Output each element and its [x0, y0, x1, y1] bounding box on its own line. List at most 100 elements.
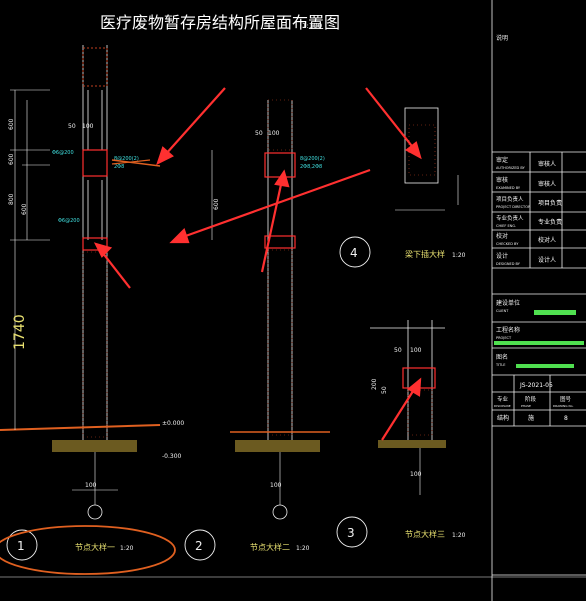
project-sub: PROJECT — [496, 336, 512, 340]
svg-text:DESIGNED BY: DESIGNED BY — [496, 262, 521, 266]
project-label: 工程名称 — [496, 326, 520, 334]
svg-text:2: 2 — [195, 539, 203, 553]
svg-text:EXAMINED BY: EXAMINED BY — [496, 186, 521, 190]
detail-1-wall-fill — [82, 251, 108, 438]
drawing-title-scale: 1:100 — [302, 22, 322, 30]
dimension-label: 100 — [268, 130, 280, 137]
detail-1-wall-top — [82, 47, 108, 87]
detail-3-wall-fill — [407, 389, 433, 436]
detail-bubble-4: 4 — [339, 236, 371, 268]
detail-1-wall — [82, 45, 108, 440]
detail-bubble-2: 2 — [184, 529, 216, 561]
dimension-label: 800 — [8, 193, 15, 205]
detail-2-wall-fill — [267, 249, 293, 436]
svg-text:4: 4 — [350, 246, 358, 260]
rebar-note: 8@200(2) — [300, 156, 325, 162]
client-sub: CLIENT — [496, 309, 509, 313]
detail-3-footing — [378, 440, 446, 448]
rebar-note: Φ6@200 — [58, 218, 80, 224]
project-value-bar — [494, 341, 584, 345]
svg-text:专业负责人: 专业负责人 — [496, 214, 524, 222]
dimension-label: 600 — [8, 118, 15, 130]
title-block-row: 项目负责人 PROJECT DIRECTOR 项目负责 — [496, 195, 562, 209]
detail-scale-2: 1:20 — [296, 545, 310, 552]
svg-text:AUTHORIZED BY: AUTHORIZED BY — [496, 166, 526, 170]
cad-drawing-canvas: 医疗废物暂存房结构所屋面布置图 1:100 说明 审定 AUTHORIZED B… — [0, 0, 586, 601]
detail-2-footing — [235, 440, 320, 452]
detail-3-base-dim-text: 100 — [410, 471, 422, 478]
col-label: 图号 — [560, 395, 572, 403]
svg-text:3: 3 — [347, 526, 355, 540]
detail-2-wall-top — [267, 99, 293, 151]
dimension-label: 50 — [381, 386, 388, 394]
col-value: 8 — [564, 415, 568, 422]
elevation-label: -0.300 — [162, 453, 182, 460]
detail-4-beam — [404, 107, 439, 184]
svg-text:CHECKED BY: CHECKED BY — [496, 242, 519, 246]
rebar-note: 2Φ8,2Φ8 — [300, 164, 322, 170]
drawing-name-value-bar — [516, 364, 574, 368]
title-block-row: 校对 CHECKED BY 校对人 — [496, 232, 556, 246]
svg-text:校对人: 校对人 — [538, 236, 556, 244]
detail-2-lintel — [264, 152, 296, 178]
rebar-note: 2Φ8 — [114, 164, 124, 170]
drawing-name-sub: TITLE — [495, 363, 505, 367]
col-sub: PHASE — [521, 404, 531, 408]
detail-bubble-3: 3 — [336, 516, 368, 548]
dimension-label: 50 — [68, 123, 76, 130]
detail-1-axis-bubble — [87, 504, 103, 520]
title-block-row: 审定 AUTHORIZED BY 审核人 — [496, 156, 556, 170]
detail-1-ground — [0, 424, 161, 431]
dimension-label: 600 — [8, 153, 15, 165]
dimension-label: 600 — [21, 203, 28, 215]
svg-text:审核人: 审核人 — [538, 160, 556, 168]
svg-text:设计人: 设计人 — [538, 256, 556, 264]
detail-2-axis-bubble — [272, 504, 288, 520]
detail-bubble-1: 1 — [6, 529, 38, 561]
dimension-label: 50 — [394, 347, 402, 354]
detail-label-2: 节点大样二 — [250, 542, 290, 552]
col-sub: DISCIPLINE — [494, 404, 511, 408]
detail-2-wall — [267, 100, 293, 440]
svg-text:PROJECT DIRECTOR: PROJECT DIRECTOR — [496, 205, 531, 209]
detail-3-wall — [370, 320, 445, 440]
dimension-label: 600 — [213, 198, 220, 210]
detail-label-4: 梁下插大样 — [405, 249, 445, 259]
rebar-note: Φ6@200 — [52, 150, 74, 156]
client-value-bar — [534, 310, 576, 315]
col-value: 施 — [528, 414, 534, 422]
notes-label: 说明 — [496, 34, 508, 42]
title-block-row: 专业负责人 CHIEF ENG. 专业负责 — [496, 214, 562, 228]
dimension-1740: 1740 — [12, 314, 28, 350]
svg-text:项目负责: 项目负责 — [538, 199, 562, 207]
title-block-row: 设计 DESIGNED BY 设计人 — [496, 252, 556, 266]
detail-1-lintel — [82, 149, 108, 177]
detail-1-footing — [52, 440, 137, 452]
col-value: 结构 — [497, 414, 509, 422]
dimension-label: 200 — [371, 378, 378, 390]
col-sub: DRAWING No. — [553, 404, 574, 408]
elevation-label: ±0.000 — [162, 420, 184, 427]
svg-text:1: 1 — [17, 539, 25, 553]
dimension-label: 100 — [82, 123, 94, 130]
detail-1-dimension-chain — [10, 89, 50, 430]
client-label: 建设单位 — [496, 299, 520, 307]
col-label: 阶段 — [525, 395, 537, 403]
svg-text:审核人: 审核人 — [538, 180, 556, 188]
sheet-number: JS-2021-05 — [519, 382, 553, 389]
detail-2-base-dim-text: 100 — [270, 482, 282, 489]
dimension-label: 50 — [255, 130, 263, 137]
drawing-name-label: 图名 — [496, 353, 508, 361]
svg-text:校对: 校对 — [496, 232, 508, 240]
svg-text:CHIEF ENG.: CHIEF ENG. — [496, 224, 516, 228]
svg-text:审定: 审定 — [496, 156, 508, 164]
detail-scale-4: 1:20 — [452, 252, 466, 259]
svg-text:项目负责人: 项目负责人 — [496, 195, 524, 203]
detail-label-1: 节点大样一 — [75, 542, 115, 552]
title-block-row: 审核 EXAMINED BY 审核人 — [496, 176, 556, 190]
col-label: 专业 — [497, 395, 509, 403]
svg-text:审核: 审核 — [496, 176, 508, 184]
detail-label-3: 节点大样三 — [405, 529, 445, 539]
svg-text:专业负责: 专业负责 — [538, 218, 562, 226]
detail-scale-3: 1:20 — [452, 532, 466, 539]
